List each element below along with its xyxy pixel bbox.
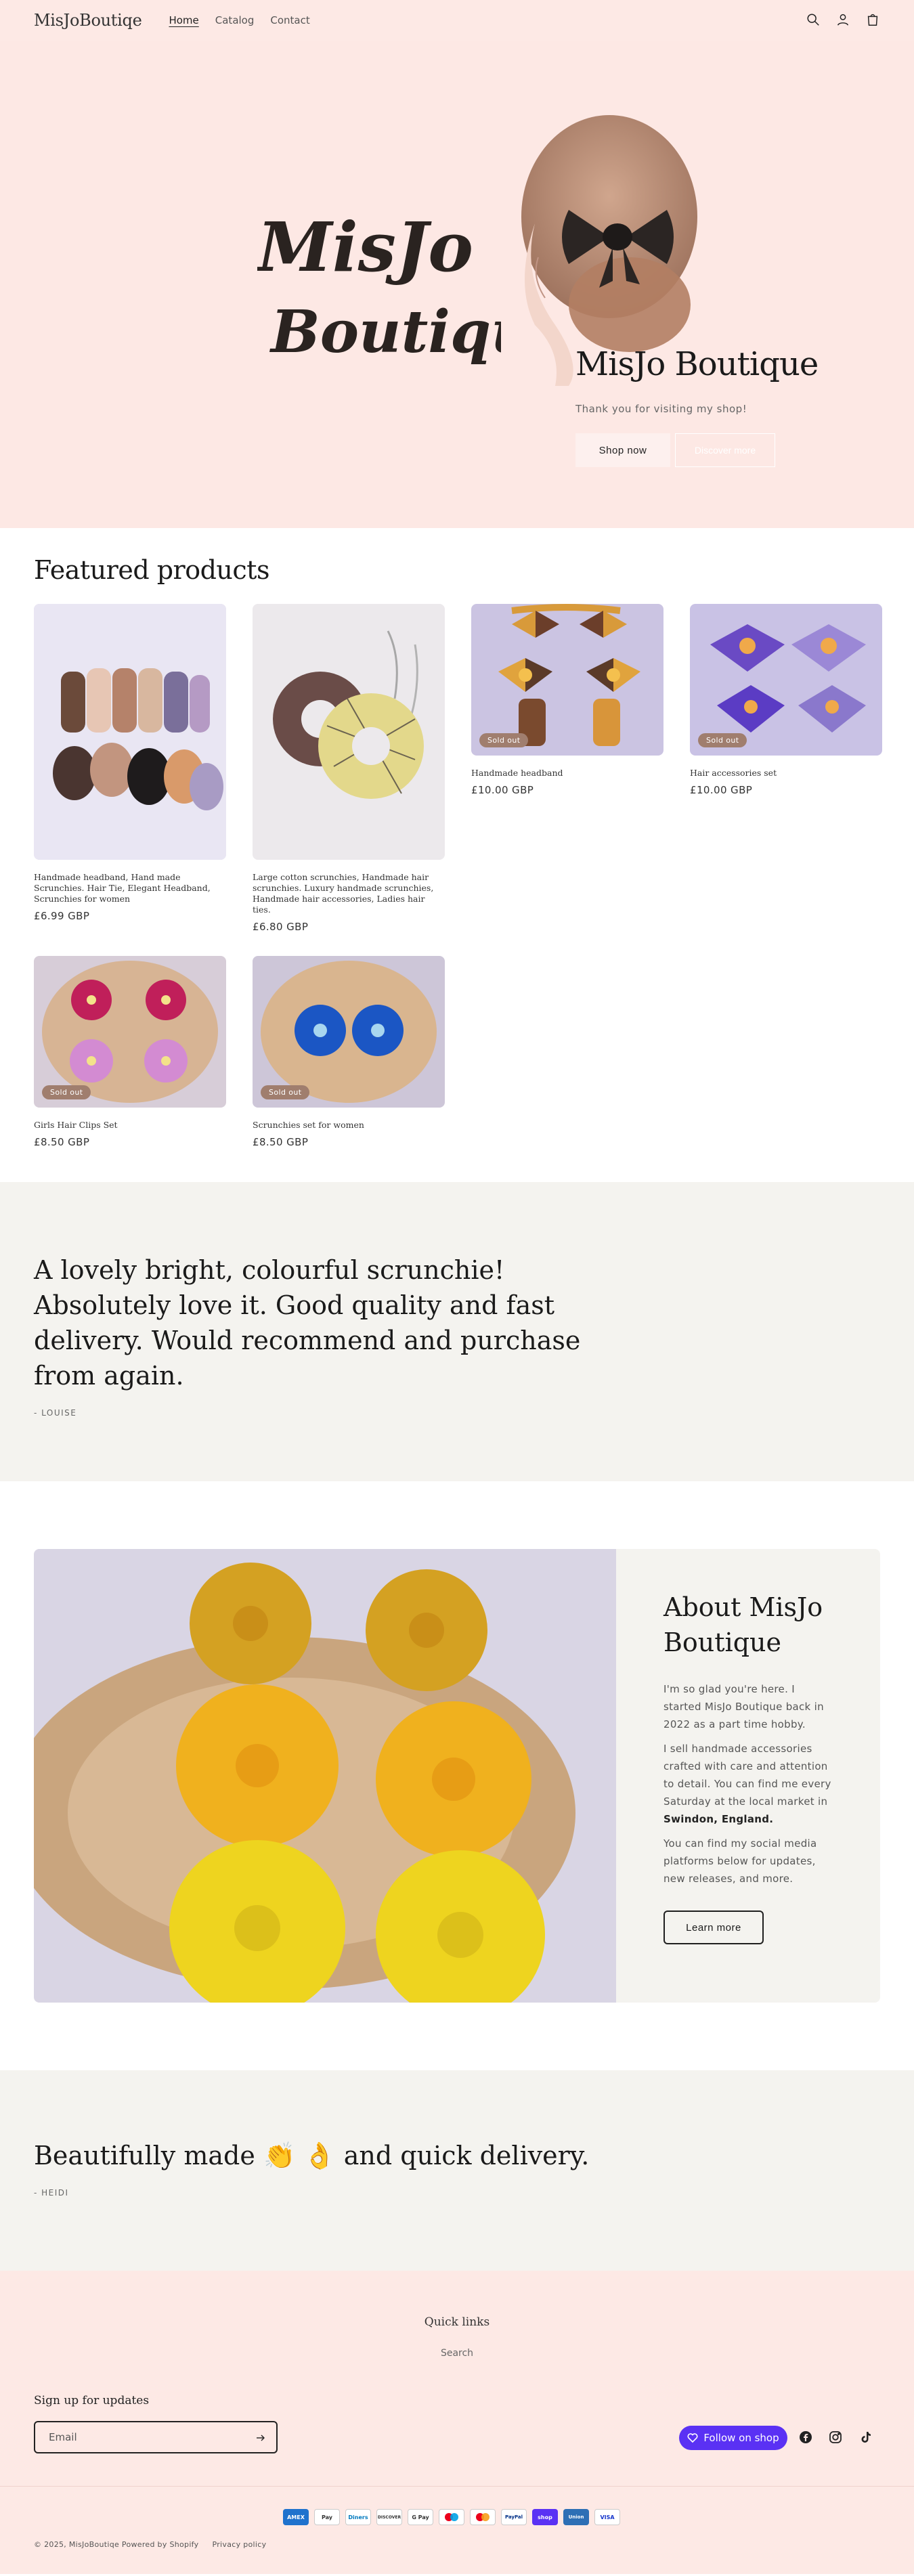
email-placeholder: Email — [49, 2431, 77, 2443]
discover-more-button[interactable]: Discover more — [675, 433, 775, 467]
amex-icon: AMEX — [283, 2509, 309, 2525]
instagram-icon[interactable] — [829, 2430, 842, 2444]
maestro-icon — [439, 2509, 464, 2525]
mastercard-icon — [470, 2509, 496, 2525]
site-header: MisJoBoutiqe Home Catalog Contact — [0, 0, 914, 41]
product-price: £10.00 GBP — [471, 784, 534, 796]
sold-out-badge: Sold out — [42, 1085, 91, 1099]
about-title: About MisJo Boutique — [663, 1592, 823, 1657]
testimonial-quote: A lovely bright, colourful scrunchie! Ab… — [34, 1255, 581, 1391]
site-logo[interactable]: MisJoBoutiqe — [34, 11, 142, 30]
product-image[interactable] — [34, 604, 226, 860]
about-paragraph-1: I'm so glad you're here. I started MisJo… — [663, 1683, 824, 1730]
visa-icon: VISA — [594, 2509, 620, 2525]
search-icon[interactable] — [806, 12, 821, 27]
copyright: © 2025, MisJoBoutiqe Powered by Shopify … — [34, 2540, 266, 2549]
payment-icons: AMEX Pay Diners DISCOVER G Pay PayPal sh… — [283, 2509, 620, 2525]
arrow-right-icon[interactable] — [256, 2433, 265, 2443]
product-price: £8.50 GBP — [253, 1136, 309, 1148]
about-paragraph-3: You can find my social media platforms b… — [663, 1837, 817, 1885]
testimonial-heidi: Beautifully made 👏 👌 and quick delivery.… — [0, 2070, 914, 2271]
about-location: Swindon, England. — [663, 1813, 774, 1825]
product-title[interactable]: Handmade headband, Hand made Scrunchies.… — [34, 872, 226, 904]
product-title[interactable]: Handmade headband — [471, 768, 663, 779]
about-image — [34, 1549, 616, 2003]
apple-pay-icon: Pay — [314, 2509, 340, 2525]
follow-on-shop-button[interactable]: Follow on shop — [679, 2426, 787, 2450]
nav-home[interactable]: Home — [169, 14, 198, 26]
paypal-icon: PayPal — [501, 2509, 527, 2525]
product-title[interactable]: Large cotton scrunchies, Handmade hair s… — [253, 872, 445, 915]
featured-title: Featured products — [34, 555, 269, 585]
product-price: £6.80 GBP — [253, 921, 309, 933]
account-icon[interactable] — [835, 12, 850, 27]
about-text-panel: About MisJo Boutique I'm so glad you're … — [616, 1549, 880, 2003]
hero-title: MisJo Boutique — [575, 345, 819, 383]
hero-banner: MisJo Boutique MisJo Boutique Thank you … — [0, 41, 914, 528]
script-line1: MisJo — [257, 207, 473, 287]
shop-now-button[interactable]: Shop now — [575, 433, 670, 467]
tiktok-icon[interactable] — [858, 2430, 872, 2444]
product-image[interactable]: Sold out — [253, 956, 445, 1108]
product-card[interactable]: Sold out Girls Hair Clips Set £8.50 GBP — [34, 956, 226, 1148]
hero-subtitle: Thank you for visiting my shop! — [575, 403, 747, 415]
discover-icon: DISCOVER — [376, 2509, 402, 2525]
scrunchies-photo — [253, 604, 445, 860]
about-section: About MisJo Boutique I'm so glad you're … — [0, 1481, 914, 2070]
product-card[interactable]: Sold out Scrunchies set for women £8.50 … — [253, 956, 445, 1148]
nav-contact[interactable]: Contact — [270, 14, 309, 26]
product-image[interactable]: Sold out — [34, 956, 226, 1108]
product-price: £6.99 GBP — [34, 910, 90, 922]
script-line2: Boutique — [269, 298, 501, 366]
cart-icon[interactable] — [865, 12, 880, 27]
facebook-icon[interactable] — [799, 2430, 812, 2444]
testimonial-quote: Beautifully made 👏 👌 and quick delivery. — [34, 2141, 590, 2170]
heart-icon — [687, 2433, 698, 2443]
product-card[interactable]: Handmade headband, Hand made Scrunchies.… — [34, 604, 226, 933]
unionpay-icon: Union — [563, 2509, 589, 2525]
learn-more-button[interactable]: Learn more — [663, 1911, 764, 1944]
footer-divider — [0, 2486, 914, 2487]
testimonial-author: - LOUISE — [34, 1408, 77, 1418]
sold-out-badge: Sold out — [698, 733, 747, 747]
nav-catalog[interactable]: Catalog — [215, 14, 255, 26]
email-field[interactable]: Email — [34, 2421, 278, 2453]
yellow-flowers-photo — [34, 1549, 616, 2003]
signup-title: Sign up for updates — [34, 2394, 150, 2407]
testimonial-louise: A lovely bright, colourful scrunchie! Ab… — [0, 1182, 914, 1481]
product-title[interactable]: Scrunchies set for women — [253, 1120, 445, 1131]
main-nav: Home Catalog Contact — [169, 14, 309, 26]
product-title[interactable]: Girls Hair Clips Set — [34, 1120, 226, 1131]
sold-out-badge: Sold out — [479, 733, 529, 747]
site-footer: Quick links Search Sign up for updates E… — [0, 2271, 914, 2574]
product-image[interactable]: Sold out — [471, 604, 663, 756]
privacy-policy-link[interactable]: Privacy policy — [212, 2540, 266, 2549]
product-grid: Handmade headband, Hand made Scrunchies.… — [34, 604, 882, 1148]
footer-search-link[interactable]: Search — [0, 2348, 914, 2359]
product-price: £10.00 GBP — [690, 784, 753, 796]
featured-products-section: Featured products Handmade headband, Han… — [0, 528, 914, 1182]
product-card[interactable]: Large cotton scrunchies, Handmade hair s… — [253, 604, 445, 933]
diners-icon: Diners — [345, 2509, 371, 2525]
google-pay-icon: G Pay — [408, 2509, 433, 2525]
shop-pay-icon: shop — [532, 2509, 558, 2525]
sold-out-badge: Sold out — [261, 1085, 310, 1099]
product-card[interactable]: Sold out Hair accessories set £10.00 GBP — [690, 604, 882, 933]
product-image[interactable]: Sold out — [690, 604, 882, 756]
product-image[interactable] — [253, 604, 445, 860]
follow-label: Follow on shop — [703, 2432, 779, 2444]
about-paragraph-2: I sell handmade accessories crafted with… — [663, 1743, 831, 1825]
product-title[interactable]: Hair accessories set — [690, 768, 882, 779]
headband-scrunchies-photo — [34, 604, 226, 860]
product-price: £8.50 GBP — [34, 1136, 90, 1148]
header-icons — [806, 12, 880, 27]
social-links — [799, 2430, 872, 2444]
quick-links-title: Quick links — [424, 2315, 490, 2329]
testimonial-author: - HEIDI — [34, 2188, 69, 2198]
girl-with-bow-illustration — [521, 115, 697, 386]
hero-script-logo: MisJo Boutique — [257, 207, 501, 366]
product-card[interactable]: Sold out Handmade headband £10.00 GBP — [471, 604, 663, 933]
copyright-text: © 2025, MisJoBoutiqe Powered by Shopify — [34, 2540, 199, 2549]
